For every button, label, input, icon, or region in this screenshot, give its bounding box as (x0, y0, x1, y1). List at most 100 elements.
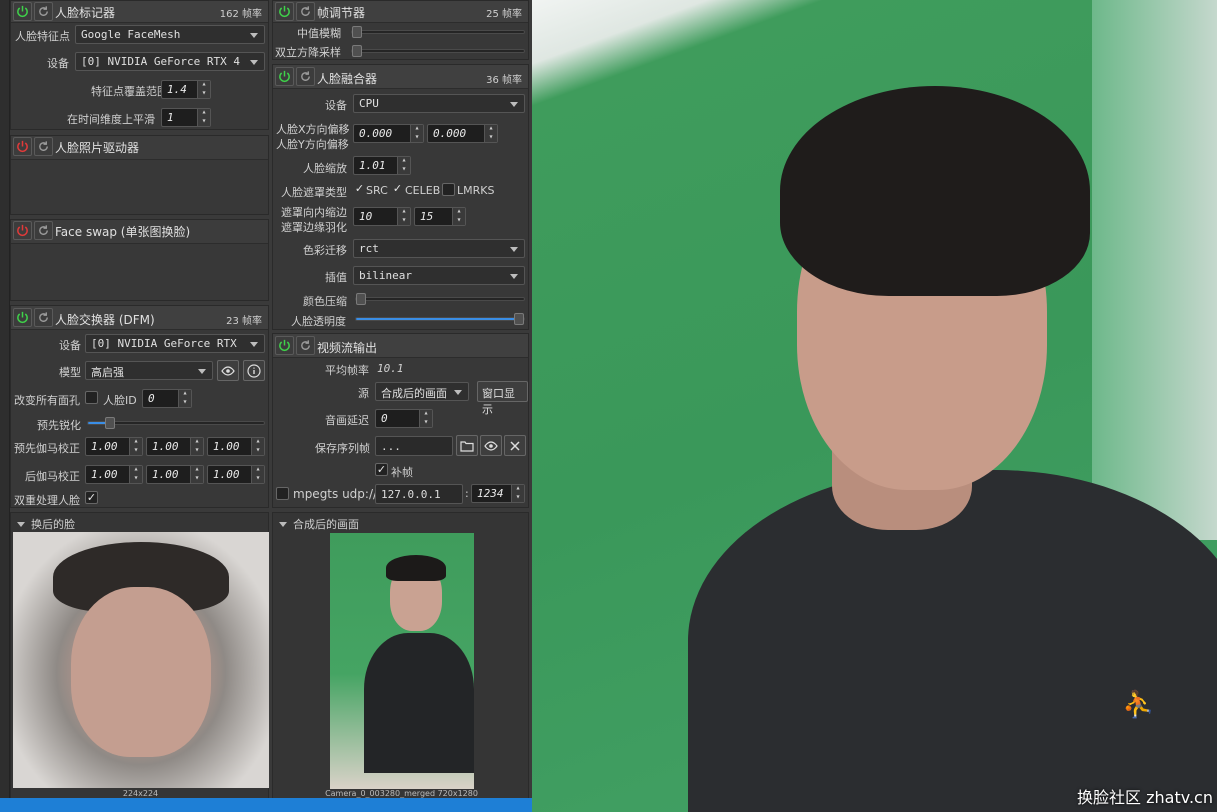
faceswap-single-header: Face swap (单张图换脸) (11, 220, 268, 244)
merger-header: 人脸融合器 36 帧率 (273, 65, 528, 89)
scale-spinbox[interactable]: 1.01 (353, 156, 411, 175)
person-hair (780, 86, 1090, 296)
color-transfer-select[interactable]: rct (353, 239, 525, 258)
ip-input[interactable]: 127.0.0.1 (375, 484, 463, 504)
device-select[interactable]: [0] NVIDIA GeForce RTX 4 (75, 52, 265, 71)
delay-spinbox[interactable]: 0 (375, 409, 433, 428)
fps-readout: 162 帧率 (219, 9, 262, 20)
erode-spinbox[interactable]: 10 (353, 207, 411, 226)
two-pass-checkbox[interactable]: ✓ (85, 491, 98, 504)
power-icon[interactable] (13, 308, 32, 327)
close-icon[interactable] (504, 435, 526, 456)
mask-lmrks-checkbox[interactable] (442, 183, 455, 196)
faceswap-single-panel: Face swap (单张图换脸) (10, 219, 269, 301)
mpegts-checkbox[interactable] (276, 487, 289, 500)
reload-icon[interactable] (296, 336, 315, 355)
post-gamma-r[interactable]: 1.00 (85, 465, 143, 484)
folder-icon[interactable] (456, 435, 478, 456)
eye-icon[interactable] (217, 360, 239, 381)
power-icon[interactable] (13, 221, 32, 240)
pre-gamma-label: 预先伽马校正 (14, 442, 80, 455)
device-select[interactable]: CPU (353, 94, 525, 113)
panel-title: 人脸交换器 (DFM) (55, 313, 155, 327)
eye-icon[interactable] (480, 435, 502, 456)
section-header[interactable]: 合成后的画面 (279, 516, 359, 532)
shirt-logo-icon: ⛹ (1122, 690, 1155, 720)
power-icon[interactable] (13, 137, 32, 156)
pre-gamma-b[interactable]: 1.00 (207, 437, 265, 456)
frame-caption: Camera_0_003280_merged 720x1280 (325, 789, 478, 798)
reload-icon[interactable] (34, 308, 53, 327)
merged-frame-image (330, 533, 474, 789)
reload-icon[interactable] (34, 221, 53, 240)
port-spinbox[interactable]: 1234 (471, 484, 525, 503)
panel-title: 帧调节器 (317, 6, 366, 20)
device-select[interactable]: [0] NVIDIA GeForce RTX (85, 334, 265, 353)
face-id-spinbox[interactable]: 0 (142, 389, 192, 408)
image-size: 224x224 (122, 789, 159, 798)
median-blur-slider[interactable] (351, 26, 525, 38)
x-offset-spinbox[interactable]: 0.000 (353, 124, 424, 143)
pre-gamma-g[interactable]: 1.00 (146, 437, 204, 456)
bilateral-slider[interactable] (351, 45, 525, 57)
color-transfer-label: 色彩迁移 (303, 244, 347, 257)
scale-label: 人脸缩放 (303, 162, 347, 175)
blur-spinbox[interactable]: 15 (414, 207, 466, 226)
frame-adjuster-header: 帧调节器 25 帧率 (273, 1, 528, 23)
swapped-face-section: 换后的脸 224x224 (10, 512, 269, 802)
fill-frames-checkbox[interactable]: ✓ (375, 463, 388, 476)
fill-frames-label: 补帧 (391, 466, 413, 479)
smooth-spinbox[interactable]: 1 (161, 108, 211, 127)
collapse-icon (17, 522, 25, 527)
model-select[interactable]: 高启强 (85, 361, 213, 380)
collapse-icon (279, 522, 287, 527)
section-header[interactable]: 换后的脸 (17, 516, 75, 532)
model-label: 模型 (59, 366, 81, 379)
device-label: 设备 (47, 57, 69, 70)
person-torso (688, 470, 1217, 812)
reload-icon[interactable] (296, 67, 315, 86)
mask-celeb-checkbox[interactable]: ✓ (391, 183, 404, 196)
delay-label: 音画延迟 (325, 414, 369, 427)
interp-select[interactable]: bilinear (353, 266, 525, 285)
y-offset-spinbox[interactable]: 0.000 (427, 124, 498, 143)
device-label: 设备 (325, 99, 347, 112)
source-select[interactable]: 合成后的画面 (375, 382, 469, 401)
reload-icon[interactable] (34, 2, 53, 21)
post-gamma-g[interactable]: 1.00 (146, 465, 204, 484)
pre-gamma-r[interactable]: 1.00 (85, 437, 143, 456)
pre-sharpen-slider[interactable] (87, 417, 265, 429)
section-title: 合成后的画面 (293, 518, 359, 531)
power-icon[interactable] (275, 67, 294, 86)
x-offset-label: 人脸X方向偏移 (276, 123, 350, 136)
morph-label: 改变所有面孔 (14, 394, 80, 407)
mask-lmrks-label: LMRKS (457, 184, 495, 197)
section-title: 换后的脸 (31, 518, 75, 531)
median-blur-label: 中值模糊 (297, 27, 341, 40)
person-body (364, 633, 474, 773)
post-gamma-b[interactable]: 1.00 (207, 465, 265, 484)
opacity-label: 人脸透明度 (291, 315, 346, 328)
reload-icon[interactable] (296, 2, 315, 21)
window-button[interactable]: 窗口显示 (477, 381, 528, 416)
coverage-spinbox[interactable]: 1.4 (161, 80, 211, 99)
port-separator: : (465, 487, 469, 500)
person-hair (386, 555, 446, 581)
face-type-select[interactable]: Google FaceMesh (75, 25, 265, 44)
power-icon[interactable] (275, 336, 294, 355)
mask-celeb-label: CELEB (405, 184, 441, 197)
power-icon[interactable] (275, 2, 294, 21)
color-compress-slider[interactable] (355, 293, 525, 305)
landmarks-header: 人脸标记器 162 帧率 (11, 1, 268, 23)
panel-title: 人脸融合器 (317, 72, 378, 86)
info-icon[interactable] (243, 360, 265, 381)
swapped-face-image (13, 532, 269, 788)
save-path-input[interactable]: ... (375, 436, 453, 456)
morph-checkbox[interactable] (85, 391, 98, 404)
power-icon[interactable] (13, 2, 32, 21)
opacity-slider[interactable] (355, 313, 525, 325)
coverage-label: 特征点覆盖范围 (91, 85, 168, 98)
camera-preview: ⛹ 换脸社区 zhatv.cn (532, 0, 1217, 812)
mask-src-checkbox[interactable]: ✓ (353, 183, 366, 196)
reload-icon[interactable] (34, 137, 53, 156)
